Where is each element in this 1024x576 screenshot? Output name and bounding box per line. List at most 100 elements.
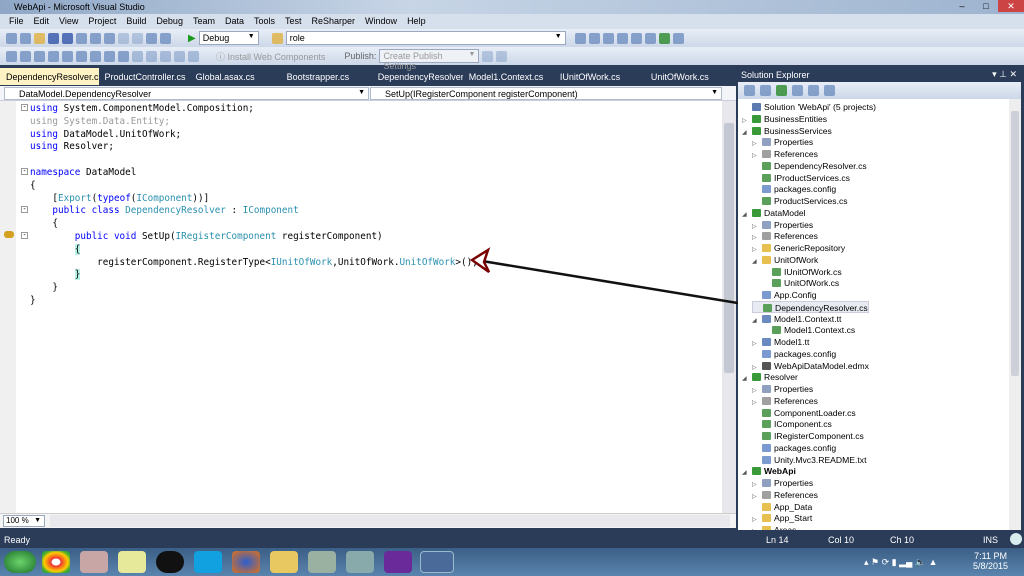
save-icon[interactable] (48, 32, 59, 44)
file-explorer-icon[interactable] (270, 551, 298, 573)
menu-tools[interactable]: Tools (249, 14, 280, 29)
view-class-diagram-icon[interactable] (808, 85, 819, 96)
tree-item[interactable]: DependencyResolver.cs (752, 300, 869, 313)
publish-icon[interactable] (482, 50, 494, 62)
tree-item[interactable]: packages.config (752, 348, 836, 360)
feedback-icon[interactable] (1010, 533, 1022, 545)
bookmark-prev-icon[interactable] (146, 50, 157, 62)
firefox-icon[interactable] (232, 551, 260, 573)
format2-icon[interactable] (20, 50, 31, 62)
tab-iunitofwork-cs[interactable]: IUnitOfWork.cs (554, 68, 645, 85)
expander-icon[interactable]: ◢ (742, 467, 752, 479)
tree-item[interactable]: ◢ DataModel (742, 207, 806, 219)
expander-icon[interactable]: ◢ (752, 315, 762, 327)
solution-explorer-scrollbar[interactable] (1009, 99, 1021, 530)
properties-icon[interactable] (588, 32, 600, 44)
tree-item[interactable]: ◢ UnitOfWork (752, 254, 818, 266)
tree-item[interactable]: UnitOfWork.cs (762, 277, 839, 289)
close-button[interactable]: ✕ (998, 0, 1024, 12)
bookmark-folder-icon[interactable] (188, 50, 199, 62)
sticky-notes-icon[interactable] (118, 551, 146, 573)
tree-item[interactable]: ◢ WebApi (742, 465, 796, 477)
snipping-tool-icon[interactable] (80, 551, 108, 573)
indent-icon[interactable] (90, 50, 101, 62)
panel-controls[interactable]: ▾ ⊥ ✕ (992, 69, 1017, 80)
view-code-icon[interactable] (792, 85, 803, 96)
tree-item[interactable]: IComponent.cs (752, 418, 832, 430)
paste-icon[interactable] (104, 32, 115, 44)
tree-item[interactable]: IProductServices.cs (752, 172, 850, 184)
editor-vertical-scrollbar[interactable] (722, 101, 736, 513)
method-glyph-icon[interactable] (4, 231, 14, 238)
minimize-button[interactable]: – (950, 0, 974, 12)
install-web-components-button[interactable]: ⓘ Install Web Components (216, 50, 325, 63)
show-all-files-icon[interactable] (744, 85, 755, 96)
menu-resharper[interactable]: ReSharper (307, 14, 361, 29)
menu-data[interactable]: Data (220, 14, 249, 29)
expander-icon[interactable]: ◢ (742, 127, 752, 139)
maximize-button[interactable]: □ (974, 0, 998, 12)
tree-item[interactable]: App.Config (752, 289, 817, 301)
outdent-icon[interactable] (76, 50, 87, 62)
menu-edit[interactable]: Edit (29, 14, 55, 29)
tree-item[interactable]: ◢ Resolver (742, 371, 798, 383)
tab-productcontroller-cs[interactable]: ProductController.cs (99, 68, 190, 85)
menu-view[interactable]: View (54, 14, 83, 29)
tree-item[interactable]: packages.config (752, 442, 836, 454)
tree-item[interactable]: ▷ BusinessEntities (742, 113, 827, 125)
new-project-icon[interactable] (6, 32, 17, 44)
expander-icon[interactable]: ◢ (742, 209, 752, 221)
tab-bootstrapper-cs[interactable]: Bootstrapper.cs (281, 68, 372, 85)
tab-dependencyresolver-cs[interactable]: DependencyResolver.cs× (0, 68, 99, 85)
font-size-icon[interactable] (48, 50, 59, 62)
copy-icon[interactable] (90, 32, 101, 44)
tab-unitofwork-cs[interactable]: UnitOfWork.cs (645, 68, 736, 85)
solution-explorer-icon[interactable] (574, 32, 586, 44)
tree-item[interactable]: ▷ Properties (752, 219, 813, 231)
expander-icon[interactable]: ◢ (752, 256, 762, 268)
format3-icon[interactable] (34, 50, 45, 62)
find-combo[interactable]: role ▼ (285, 31, 566, 45)
toolbox-icon[interactable] (616, 32, 628, 44)
menu-debug[interactable]: Debug (151, 14, 188, 29)
tree-item[interactable]: ▷ Properties (752, 136, 813, 148)
extension-icon[interactable] (644, 32, 656, 44)
member-dropdown[interactable]: SetUp(IRegisterComponent registerCompone… (370, 87, 722, 100)
tree-item[interactable]: Model1.Context.cs (762, 324, 855, 336)
object-browser-icon[interactable] (602, 32, 614, 44)
tree-item[interactable]: IRegisterComponent.cs (752, 430, 864, 442)
system-tray-icons[interactable]: ▴ ⚑ ⟳ ▮ ▂▄ 🔈 ▲ (864, 557, 938, 568)
redo-icon[interactable] (132, 32, 143, 44)
configuration-select[interactable]: Debug ▼ (198, 31, 259, 45)
sync-icon[interactable] (824, 85, 835, 96)
collapse-outline-icon[interactable]: - (21, 104, 28, 111)
team-explorer-icon[interactable] (630, 32, 642, 44)
tree-item[interactable]: ▷ Properties (752, 383, 813, 395)
collapse-outline-icon[interactable]: - (21, 232, 28, 239)
tree-item[interactable]: Unity.Mvc3.README.txt (752, 454, 866, 466)
open-icon[interactable] (34, 32, 45, 44)
tree-item[interactable]: ComponentLoader.cs (752, 407, 856, 419)
tree-item[interactable]: ▷ References (752, 230, 818, 242)
visual-studio-icon[interactable] (384, 551, 412, 573)
tree-item[interactable]: ◢ BusinessServices (742, 125, 832, 137)
paint-icon[interactable] (308, 551, 336, 573)
tree-item[interactable]: ProductServices.cs (752, 195, 848, 207)
tree-item[interactable]: ▷ Properties (752, 477, 813, 489)
zoom-select[interactable]: 100 % ▼ (3, 515, 45, 527)
find-icon[interactable] (160, 32, 171, 44)
chrome-icon[interactable] (42, 551, 70, 573)
tree-item[interactable]: ▷ References (752, 395, 818, 407)
tree-item[interactable]: Solution 'WebApi' (5 projects) (742, 101, 876, 113)
collapse-outline-icon[interactable]: - (21, 206, 28, 214)
skype-icon[interactable] (194, 551, 222, 573)
tree-item[interactable]: ▷ App_Start (752, 512, 812, 524)
menu-help[interactable]: Help (402, 14, 431, 29)
tree-item[interactable]: DependencyResolver.cs (752, 160, 867, 172)
bookmark-next-icon[interactable] (160, 50, 171, 62)
code-editor[interactable]: using System.ComponentModel.Composition;… (0, 101, 736, 513)
tree-item[interactable]: ▷ References (752, 489, 818, 501)
save-all-icon[interactable] (62, 32, 73, 44)
comment-icon[interactable] (104, 50, 115, 62)
start-button[interactable] (4, 551, 36, 573)
